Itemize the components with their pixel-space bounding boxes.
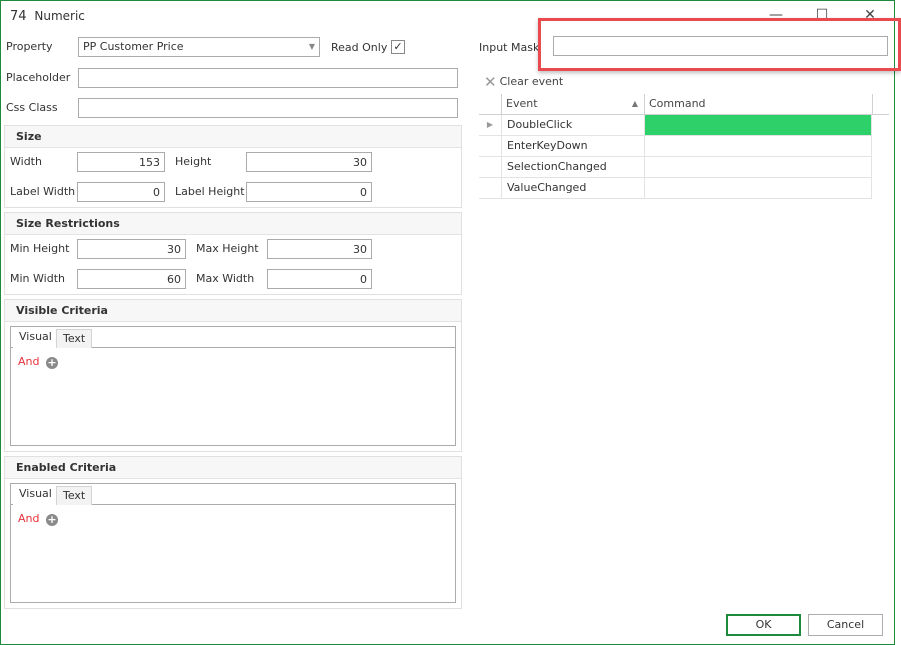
tab-visual[interactable]: Visual — [13, 484, 58, 505]
add-condition-icon[interactable]: + — [45, 357, 58, 369]
check-icon: ✓ — [393, 40, 403, 53]
command-cell[interactable] — [644, 157, 872, 178]
row-indicator-icon: ▶ — [479, 115, 501, 136]
maximize-button[interactable]: ☐ — [812, 6, 832, 24]
criteria-and-row: And + — [18, 355, 58, 369]
min-height-label: Min Height — [10, 242, 70, 255]
numeric-dialog: 74 Numeric — ☐ ✕ Property PP Customer Pr… — [0, 0, 895, 645]
command-cell[interactable] — [644, 115, 872, 136]
label-width-input[interactable] — [77, 182, 165, 202]
minimize-button[interactable]: — — [766, 6, 786, 24]
label-height-label: Label Height — [175, 185, 245, 198]
max-width-label: Max Width — [196, 272, 255, 285]
enabled-criteria-editor: Visual Text And + — [10, 483, 456, 603]
visible-criteria-title: Visible Criteria — [5, 300, 461, 322]
max-height-label: Max Height — [196, 242, 259, 255]
visible-criteria-tabs: Visual Text — [11, 327, 455, 348]
label-width-label: Label Width — [10, 185, 76, 198]
event-cell[interactable]: SelectionChanged — [501, 157, 644, 178]
table-row[interactable]: ValueChanged — [479, 178, 889, 199]
width-input[interactable] — [77, 152, 165, 172]
enabled-criteria-title: Enabled Criteria — [5, 457, 461, 479]
tab-text[interactable]: Text — [56, 329, 93, 348]
command-cell[interactable] — [644, 136, 872, 157]
title-number: 74 — [10, 9, 27, 24]
table-row[interactable]: SelectionChanged — [479, 157, 889, 178]
clear-icon: ✕ — [484, 73, 497, 91]
tab-text[interactable]: Text — [56, 486, 93, 505]
size-restrictions-title: Size Restrictions — [5, 213, 461, 235]
placeholder-input[interactable] — [78, 68, 458, 88]
css-class-label: Css Class — [6, 101, 58, 114]
minimize-icon: — — [769, 7, 783, 23]
input-mask-label: Input Mask — [479, 41, 540, 54]
and-operator[interactable]: And — [18, 512, 39, 525]
min-width-label: Min Width — [10, 272, 65, 285]
ok-button[interactable]: OK — [726, 614, 801, 636]
table-row[interactable]: ▶ DoubleClick — [479, 115, 889, 136]
clear-event-label: Clear event — [499, 75, 564, 88]
min-height-input[interactable] — [77, 239, 186, 259]
input-mask-input[interactable] — [553, 36, 888, 56]
label-height-input[interactable] — [246, 182, 372, 202]
event-cell[interactable]: EnterKeyDown — [501, 136, 644, 157]
close-icon: ✕ — [864, 7, 876, 23]
width-label: Width — [10, 155, 42, 168]
maximize-icon: ☐ — [815, 7, 829, 23]
events-grid: Event ▲ Command ▶ DoubleClick EnterKeyDo… — [479, 94, 889, 199]
event-cell[interactable]: ValueChanged — [501, 178, 644, 199]
property-combobox[interactable]: PP Customer Price ▼ — [78, 37, 320, 57]
enabled-criteria-group: Enabled Criteria Visual Text And + — [4, 456, 462, 609]
command-cell[interactable] — [644, 178, 872, 199]
grid-header: Event ▲ Command — [479, 94, 889, 115]
criteria-and-row: And + — [18, 512, 58, 526]
visible-criteria-editor: Visual Text And + — [10, 326, 456, 446]
max-height-input[interactable] — [267, 239, 372, 259]
property-label: Property — [6, 40, 53, 53]
close-button[interactable]: ✕ — [860, 6, 880, 24]
height-input[interactable] — [246, 152, 372, 172]
css-class-input[interactable] — [78, 98, 458, 118]
read-only-label: Read Only — [331, 41, 388, 54]
cancel-button[interactable]: Cancel — [808, 614, 883, 636]
size-group-title: Size — [5, 126, 461, 148]
placeholder-label: Placeholder — [6, 71, 71, 84]
table-row[interactable]: EnterKeyDown — [479, 136, 889, 157]
title-text: Numeric — [34, 9, 85, 23]
min-width-input[interactable] — [77, 269, 186, 289]
clear-event-button[interactable]: ✕ Clear event — [484, 73, 563, 91]
column-header-event[interactable]: Event ▲ — [501, 94, 644, 115]
visible-criteria-group: Visible Criteria Visual Text And + — [4, 299, 462, 452]
max-width-input[interactable] — [267, 269, 372, 289]
column-header-command-label: Command — [649, 97, 706, 110]
enabled-criteria-tabs: Visual Text — [11, 484, 455, 505]
and-operator[interactable]: And — [18, 355, 39, 368]
property-value: PP Customer Price — [83, 40, 184, 53]
event-cell[interactable]: DoubleClick — [501, 115, 644, 136]
chevron-down-icon[interactable]: ▼ — [309, 38, 315, 56]
dialog-title: 74 Numeric — [10, 9, 85, 24]
column-header-command[interactable]: Command — [644, 94, 873, 115]
tab-visual[interactable]: Visual — [13, 327, 58, 348]
add-condition-icon[interactable]: + — [45, 514, 58, 526]
column-header-event-label: Event — [506, 97, 538, 110]
sort-ascending-icon: ▲ — [631, 99, 638, 108]
read-only-checkbox[interactable]: ✓ — [391, 40, 405, 54]
height-label: Height — [175, 155, 212, 168]
